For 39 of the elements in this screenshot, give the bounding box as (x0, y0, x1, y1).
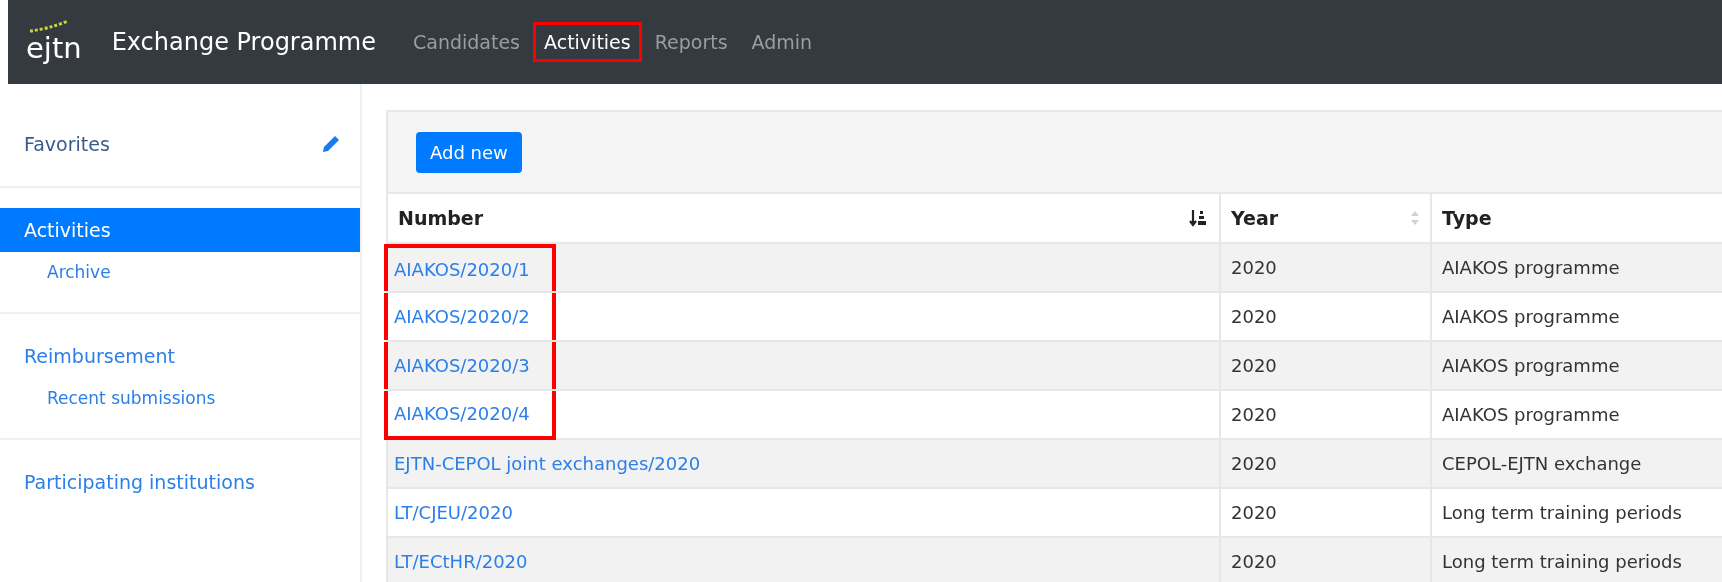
column-header[interactable]: Year (1219, 194, 1430, 242)
column-header[interactable]: Type (1430, 194, 1722, 242)
pencil-icon[interactable] (320, 133, 342, 155)
table-cell: CEPOL-EJTN exchange (1442, 453, 1642, 474)
logo-text: ejtn (26, 34, 82, 67)
table-cell: Long term training periods (1442, 551, 1682, 572)
nav-link[interactable]: Reports (643, 22, 739, 62)
table-cell: 2020 (1231, 306, 1277, 327)
table-cell: 2020 (1231, 257, 1277, 278)
add-new-button[interactable]: Add new (416, 131, 522, 173)
activity-link[interactable]: AIAKOS/2020/1 (394, 259, 530, 280)
table-cell: 2020 (1231, 404, 1277, 425)
table-cell: AIAKOS programme (1442, 306, 1620, 327)
sidebar-item[interactable]: Activities (24, 219, 111, 241)
app-title[interactable]: Exchange Programme (111, 28, 376, 56)
activity-link[interactable]: EJTN-CEPOL joint exchanges/2020 (394, 453, 701, 474)
table-cell: 2020 (1231, 453, 1277, 474)
table-cell: 2020 (1231, 551, 1277, 572)
nav-link[interactable]: Candidates (401, 22, 531, 62)
nav-link[interactable]: Admin (740, 22, 824, 62)
sidebar-item[interactable]: Reimbursement (24, 345, 176, 367)
table-cell: 2020 (1231, 502, 1277, 523)
column-header[interactable]: Number (388, 194, 1219, 242)
sidebar-item[interactable]: Recent submissions (47, 388, 216, 408)
sidebar-item[interactable]: Archive (47, 262, 111, 282)
sidebar-item[interactable]: Participating institutions (24, 471, 255, 493)
table-cell: AIAKOS programme (1442, 355, 1620, 376)
table-cell: AIAKOS programme (1442, 404, 1620, 425)
table-cell: Long term training periods (1442, 502, 1682, 523)
activity-link[interactable]: AIAKOS/2020/4 (394, 403, 530, 424)
sidebar-item[interactable]: Favorites (24, 133, 110, 155)
nav-link[interactable]: Activities (533, 22, 642, 62)
activity-link[interactable]: LT/ECtHR/2020 (394, 551, 528, 572)
table-cell: AIAKOS programme (1442, 257, 1620, 278)
activity-link[interactable]: LT/CJEU/2020 (394, 502, 513, 523)
activity-link[interactable]: AIAKOS/2020/3 (394, 355, 530, 376)
table-cell: 2020 (1231, 355, 1277, 376)
ejtn-logo[interactable]: ejtn (26, 17, 82, 67)
activity-link[interactable]: AIAKOS/2020/2 (394, 306, 530, 327)
